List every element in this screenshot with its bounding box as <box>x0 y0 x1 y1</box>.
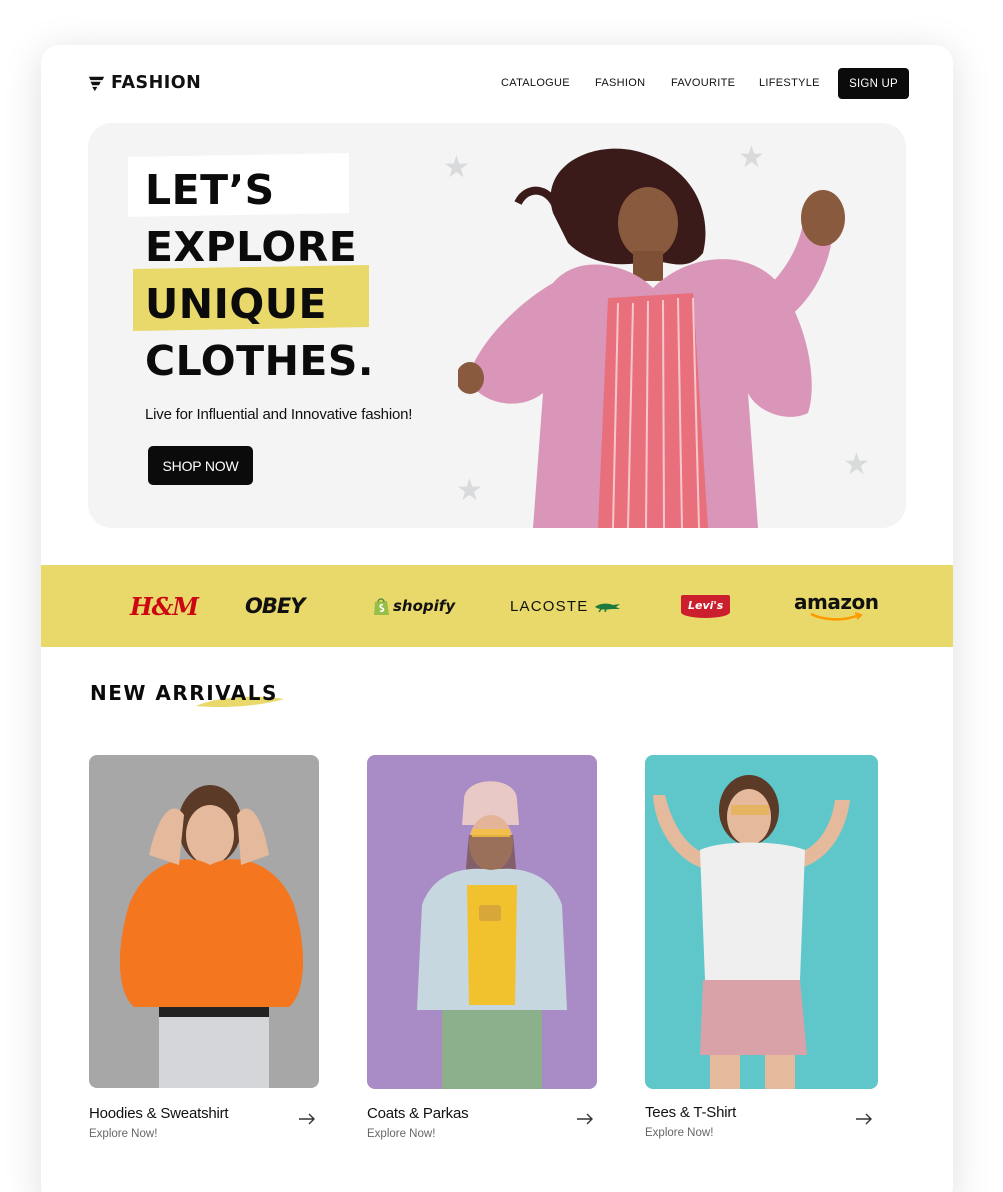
card-subtitle: Explore Now! <box>645 1127 714 1139</box>
brand-obey-text: OBEY <box>245 594 305 618</box>
card-title: Tees & T-Shirt <box>645 1104 737 1121</box>
hero-model-photo <box>458 148 845 528</box>
amazon-smile-icon <box>810 611 864 621</box>
brand-logo-hm[interactable]: H&M <box>130 565 199 647</box>
page-card: FASHION CATALOGUE FASHION FAVOURITE LIFE… <box>41 45 953 1192</box>
nav-link-lifestyle[interactable]: LIFESTYLE <box>759 77 820 89</box>
section-title-new-arrivals: NEW ARRIVALS <box>90 681 278 705</box>
nav-link-catalogue[interactable]: CATALOGUE <box>501 77 570 89</box>
hero-headline-line-2: EXPLORE <box>145 223 358 271</box>
hero-banner: LET’S EXPLORE UNIQUE CLOTHES. Live for I… <box>88 123 906 528</box>
brand-logo-shopify[interactable]: shopify <box>373 565 455 647</box>
card-image-hoodie-model <box>89 755 319 1088</box>
brand-levis-text: Levi's <box>681 594 731 618</box>
card-image-coat-model <box>367 755 597 1089</box>
card-title: Coats & Parkas <box>367 1105 469 1122</box>
shopify-bag-icon <box>374 597 389 615</box>
crocodile-icon <box>595 603 621 612</box>
hero-headline-line-1: LET’S <box>145 166 275 214</box>
brand-logo-obey[interactable]: OBEY <box>245 565 305 647</box>
brand-hm-text: H&M <box>130 591 199 621</box>
signup-button[interactable]: SIGN UP <box>838 68 909 99</box>
nav-link-fashion[interactable]: FASHION <box>595 77 645 89</box>
brand-logo[interactable]: FASHION <box>88 73 201 93</box>
brand-logo-levis[interactable]: Levi's <box>681 565 731 647</box>
arrow-right-icon[interactable] <box>576 1113 594 1125</box>
brand-logo-amazon[interactable]: amazon <box>794 565 879 647</box>
hero-subtitle: Live for Influential and Innovative fash… <box>145 406 413 423</box>
card-subtitle: Explore Now! <box>89 1128 158 1140</box>
brand-logo-lacoste[interactable]: LACOSTE <box>510 565 621 647</box>
brand-amazon-text: amazon <box>794 589 879 614</box>
hero-headline-line-4: CLOTHES. <box>145 337 374 385</box>
brand-shopify-text: shopify <box>393 597 456 615</box>
top-navbar: FASHION CATALOGUE FASHION FAVOURITE LIFE… <box>41 45 953 123</box>
hero-headline-line-3: UNIQUE <box>145 280 328 328</box>
logo-icon <box>88 76 105 91</box>
card-image-tee-model <box>645 755 878 1089</box>
nav-link-favourite[interactable]: FAVOURITE <box>671 77 735 89</box>
brand-lacoste-text: LACOSTE <box>510 597 589 615</box>
arrow-right-icon[interactable] <box>855 1113 873 1125</box>
brands-strip: H&M OBEY shopify LACOSTE Levi's amazon <box>41 565 953 647</box>
card-title: Hoodies & Sweatshirt <box>89 1105 229 1122</box>
shop-now-button[interactable]: SHOP NOW <box>148 446 253 485</box>
arrow-right-icon[interactable] <box>298 1113 316 1125</box>
card-subtitle: Explore Now! <box>367 1128 436 1140</box>
logo-text: FASHION <box>111 73 202 93</box>
